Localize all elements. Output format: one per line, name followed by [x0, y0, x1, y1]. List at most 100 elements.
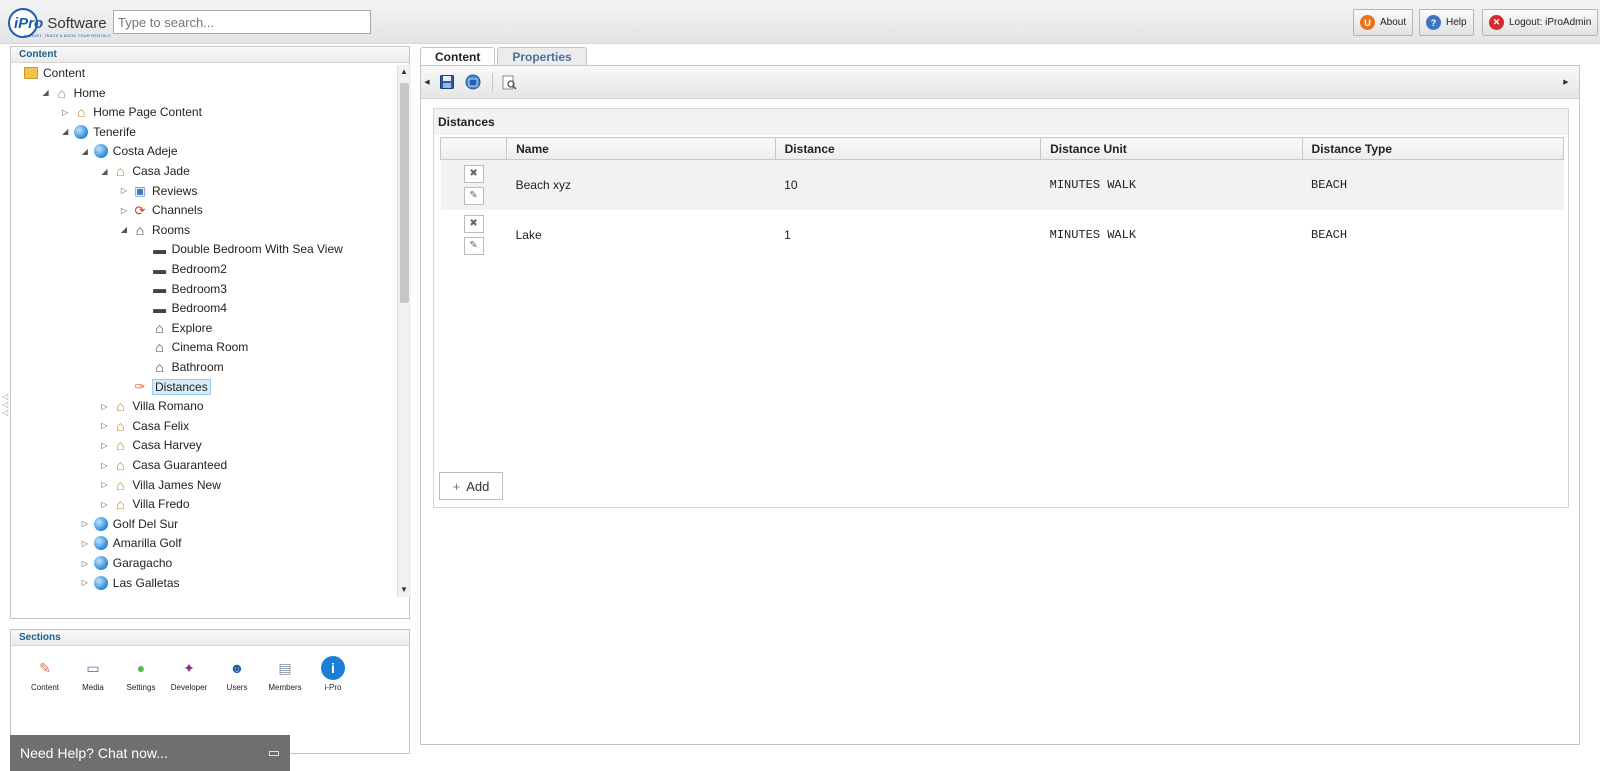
tree-node-label[interactable]: Bathroom [172, 360, 224, 374]
panel-collapse-handle[interactable]: ◁ ◁ ◁ [2, 393, 8, 417]
save-and-publish-icon[interactable] [465, 74, 481, 90]
tree-node[interactable]: ▷ Garagacho [80, 554, 172, 572]
tree-node-label[interactable]: Bedroom3 [172, 282, 227, 296]
collapse-icon[interactable]: ◢ [119, 225, 129, 234]
expand-icon[interactable]: ▷ [99, 402, 109, 411]
tree-node[interactable]: ✑ Distances [119, 378, 211, 396]
search-input[interactable] [113, 10, 371, 34]
section-users[interactable]: ☻ Users [213, 656, 261, 692]
chat-widget[interactable]: Need Help? Chat now... ▭ [10, 735, 290, 771]
tree-node-label[interactable]: Channels [152, 203, 203, 217]
table-row[interactable]: ✖ ✎ Lake 1 MINUTES WALK BEACH [441, 210, 1564, 260]
tree-node-label[interactable]: Amarilla Golf [113, 536, 182, 550]
tree-node-label[interactable]: Villa Fredo [132, 497, 189, 511]
section-content[interactable]: ✎ Content [21, 656, 69, 693]
about-button[interactable]: U About [1353, 9, 1414, 36]
toolbar-scroll-right-icon[interactable]: ▶ [1562, 74, 1570, 90]
expand-icon[interactable]: ▷ [119, 206, 129, 215]
expand-icon[interactable]: ▷ [80, 539, 90, 548]
section-media[interactable]: ▭ Media [69, 656, 117, 693]
collapse-icon[interactable]: ◢ [80, 147, 90, 156]
ipro-software-logo[interactable]: iPro Software MARKET, TRACK & BOOK YOUR … [8, 6, 111, 40]
tree-node-label[interactable]: Double Bedroom With Sea View [172, 242, 343, 256]
expand-icon[interactable]: ▷ [99, 500, 109, 509]
column-header-name[interactable]: Name [506, 137, 776, 160]
tree-node[interactable]: ▷ Las Galletas [80, 574, 180, 592]
tree-node[interactable]: ▬ Bedroom3 [139, 280, 227, 298]
tree-node[interactable]: ▷ ⌂ Villa James New [99, 476, 221, 494]
tree-node-label[interactable]: Garagacho [113, 556, 172, 570]
tree-node-label[interactable]: Content [43, 66, 85, 80]
tree-node[interactable]: ▷ ⌂ Casa Harvey [99, 436, 201, 454]
expand-icon[interactable]: ▷ [99, 421, 109, 430]
tree-node[interactable]: ▷ ▣ Reviews [119, 182, 197, 200]
save-icon[interactable] [439, 74, 455, 90]
tree-node-label[interactable]: Cinema Room [172, 340, 249, 354]
tree-scrollbar[interactable]: ▲ ▼ [397, 65, 411, 597]
tree-node-label[interactable]: Home [74, 86, 106, 100]
column-header-distance-unit[interactable]: Distance Unit [1040, 137, 1303, 160]
tree-node[interactable]: ⌂ Bathroom [139, 358, 224, 376]
tree-node[interactable]: ▬ Bedroom2 [139, 260, 227, 278]
edit-row-icon[interactable]: ✎ [463, 186, 484, 205]
tree-node-label[interactable]: Rooms [152, 223, 190, 237]
collapse-icon[interactable]: ◢ [41, 88, 51, 97]
tree-node-label[interactable]: Casa Harvey [132, 438, 201, 452]
toolbar-scroll-left-icon[interactable]: ◀ [423, 74, 431, 90]
tree-node[interactable]: ◢ ⌂ Rooms [119, 221, 190, 239]
table-row[interactable]: ✖ ✎ Beach xyz 10 MINUTES WALK BEACH [440, 159, 1564, 210]
tree-node[interactable]: ◢ ⌂ Casa Jade [99, 162, 189, 180]
expand-icon[interactable]: ▷ [80, 559, 90, 568]
expand-icon[interactable]: ▷ [80, 578, 90, 587]
tree-node-label[interactable]: Home Page Content [93, 105, 202, 119]
expand-icon[interactable]: ▷ [99, 441, 109, 450]
delete-row-icon[interactable]: ✖ [463, 164, 484, 183]
section-i-pro[interactable]: i i-Pro [309, 656, 357, 692]
section-developer[interactable]: ✦ Developer [165, 656, 213, 693]
tree-node[interactable]: Content [23, 65, 85, 82]
tree-node-label[interactable]: Bedroom2 [172, 262, 227, 276]
tree-node[interactable]: ▷ ⌂ Villa Fredo [99, 495, 189, 513]
section-members[interactable]: ▤ Members [261, 656, 309, 693]
logout-button[interactable]: ✕ Logout: iProAdmin [1482, 9, 1599, 36]
column-header-distance[interactable]: Distance [774, 137, 1042, 160]
delete-row-icon[interactable]: ✖ [463, 214, 484, 233]
scroll-up-icon[interactable]: ▲ [400, 67, 408, 76]
expand-icon[interactable]: ▷ [60, 108, 70, 117]
tab-content[interactable]: Content [420, 47, 496, 67]
tree-node-label[interactable]: Explore [172, 321, 213, 335]
tab-properties[interactable]: Properties [497, 47, 587, 66]
expand-icon[interactable]: ▷ [119, 186, 129, 195]
tree-node[interactable]: ▷ ⌂ Casa Felix [99, 417, 189, 435]
preview-icon[interactable] [501, 74, 517, 90]
collapse-icon[interactable]: ◢ [99, 167, 109, 176]
tree-node-label[interactable]: Distances [152, 378, 211, 395]
tree-node-label[interactable]: Reviews [152, 184, 197, 198]
tree-node-label[interactable]: Golf Del Sur [113, 517, 178, 531]
section-settings[interactable]: ● Settings [117, 656, 165, 692]
tree-node-label[interactable]: Costa Adeje [113, 144, 178, 158]
help-button[interactable]: ? Help [1419, 9, 1474, 36]
tree-node[interactable]: ▷ ⌂ Casa Guaranteed [99, 456, 227, 474]
tree-node[interactable]: ◢ ⌂ Home [41, 84, 106, 102]
tree-node[interactable]: ▷ ⟳ Channels [119, 201, 203, 219]
scroll-down-icon[interactable]: ▼ [400, 585, 408, 594]
tree-node-label[interactable]: Villa Romano [132, 399, 203, 413]
tree-node[interactable]: ▷ ⌂ Home Page Content [60, 103, 202, 121]
tree-node-label[interactable]: Casa Guaranteed [132, 458, 227, 472]
tree-node[interactable]: ▷ ⌂ Villa Romano [99, 397, 203, 415]
tree-node[interactable]: ◢ Costa Adeje [80, 142, 178, 160]
collapse-icon[interactable]: ◢ [60, 127, 70, 136]
scroll-thumb[interactable] [400, 83, 409, 303]
tree-node-label[interactable]: Las Galletas [113, 576, 180, 590]
tree-node[interactable]: ▬ Double Bedroom With Sea View [139, 240, 343, 258]
expand-icon[interactable]: ▷ [80, 519, 90, 528]
add-distance-button[interactable]: + Add [439, 472, 503, 500]
column-header-distance-type[interactable]: Distance Type [1301, 137, 1565, 160]
tree-node[interactable]: ▷ Amarilla Golf [80, 534, 182, 552]
tree-node[interactable]: ▷ Golf Del Sur [80, 515, 178, 533]
tree-node[interactable]: ⌂ Cinema Room [139, 338, 249, 356]
tree-node-label[interactable]: Casa Felix [132, 419, 189, 433]
tree-node-label[interactable]: Villa James New [132, 478, 220, 492]
tree-node-label[interactable]: Tenerife [93, 125, 136, 139]
